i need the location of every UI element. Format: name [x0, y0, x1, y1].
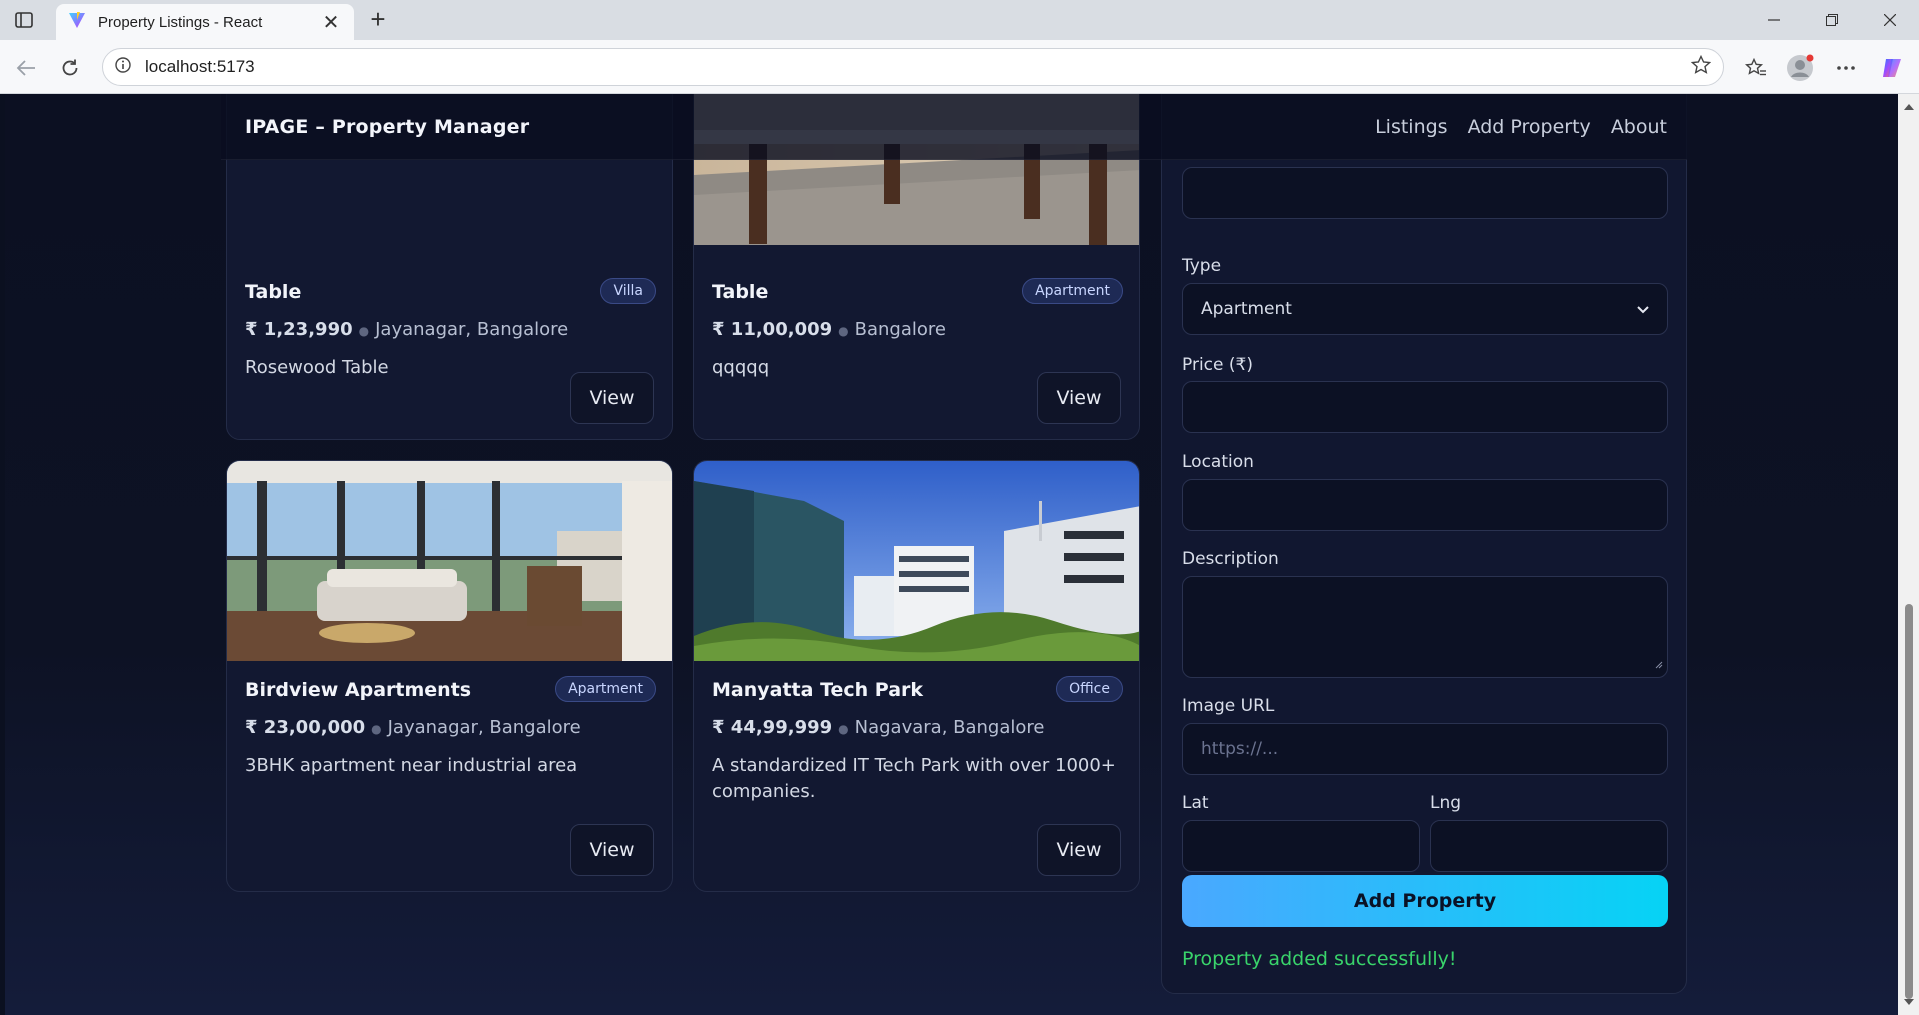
card-title: Table	[712, 281, 769, 303]
card-location: Bangalore	[854, 319, 946, 340]
location-input[interactable]	[1182, 479, 1668, 531]
card-meta: ₹ 44,99,999 ● Nagavara, Bangalore	[712, 717, 1044, 738]
more-options-icon[interactable]	[1832, 54, 1860, 82]
minimize-icon[interactable]	[1745, 0, 1803, 40]
type-badge: Villa	[600, 278, 656, 304]
back-arrow-icon[interactable]	[12, 54, 40, 82]
lat-label: Lat	[1182, 793, 1209, 813]
card-location: Jayanagar, Bangalore	[387, 717, 581, 738]
type-select[interactable]: Apartment	[1182, 283, 1668, 335]
window-controls	[1745, 0, 1919, 40]
chevron-down-icon	[1637, 299, 1649, 319]
view-button[interactable]: View	[570, 824, 654, 876]
title-input[interactable]	[1182, 167, 1668, 219]
description-textarea[interactable]	[1182, 576, 1668, 678]
sidebar-toggle-icon[interactable]	[12, 9, 36, 31]
reload-icon[interactable]	[56, 54, 84, 82]
lat-input[interactable]	[1182, 820, 1420, 872]
meta-separator: ●	[838, 324, 849, 338]
favorite-star-icon[interactable]	[1690, 54, 1712, 79]
card-location: Nagavara, Bangalore	[854, 717, 1045, 738]
card-location: Jayanagar, Bangalore	[375, 319, 569, 340]
card-price: ₹ 11,00,009	[712, 319, 833, 340]
vite-logo-icon	[68, 11, 86, 33]
card-title: Table	[245, 281, 302, 303]
price-label: Price (₹)	[1182, 355, 1253, 375]
address-bar[interactable]: localhost:5173	[102, 48, 1724, 86]
meta-separator: ●	[838, 722, 849, 736]
image-url-input[interactable]	[1182, 723, 1668, 775]
tab-title: Property Listings - React	[98, 13, 263, 31]
page-viewport: IPAGE – Property Manager Listings Add Pr…	[5, 94, 1898, 1015]
card-price: ₹ 23,00,000	[245, 717, 366, 738]
nav-link-listings[interactable]: Listings	[1375, 116, 1448, 138]
scroll-up-icon[interactable]	[1902, 100, 1915, 113]
type-badge: Office	[1056, 676, 1123, 702]
site-info-icon[interactable]	[115, 57, 131, 77]
browser-tab-active[interactable]: Property Listings - React ✕	[56, 4, 354, 40]
browser-tab-strip: Property Listings - React ✕ +	[0, 0, 1919, 40]
listing-image	[694, 461, 1139, 661]
copilot-icon[interactable]	[1878, 54, 1906, 82]
page-scrollbar[interactable]	[1898, 94, 1919, 1015]
add-property-form: Type Apartment Price (₹) Location Descri…	[1161, 94, 1687, 994]
card-price: ₹ 44,99,999	[712, 717, 833, 738]
brand-title: IPAGE – Property Manager	[245, 116, 530, 138]
new-tab-button[interactable]: +	[364, 6, 392, 34]
location-label: Location	[1182, 452, 1254, 472]
type-badge: Apartment	[1022, 278, 1123, 304]
listing-card: Birdview Apartments Apartment ₹ 23,00,00…	[226, 460, 673, 892]
meta-separator: ●	[371, 722, 382, 736]
close-window-icon[interactable]	[1861, 0, 1919, 40]
listing-card: Manyatta Tech Park Office ₹ 44,99,999 ● Na…	[693, 460, 1140, 892]
scroll-down-icon[interactable]	[1902, 996, 1915, 1009]
browser-toolbar: localhost:5173	[0, 40, 1919, 94]
view-button[interactable]: View	[1037, 824, 1121, 876]
favorites-icon[interactable]	[1742, 54, 1770, 82]
scrollbar-thumb[interactable]	[1905, 604, 1913, 999]
description-label: Description	[1182, 549, 1279, 569]
type-select-value: Apartment	[1201, 299, 1292, 319]
success-message: Property added successfully!	[1182, 948, 1457, 970]
resize-handle-icon[interactable]	[1655, 654, 1663, 673]
site-header: IPAGE – Property Manager Listings Add Pr…	[221, 94, 1687, 160]
nav-link-about[interactable]: About	[1611, 116, 1667, 138]
card-description: A standardized IT Tech Park with over 10…	[712, 755, 1116, 802]
type-label: Type	[1182, 256, 1222, 276]
restore-icon[interactable]	[1803, 0, 1861, 40]
meta-separator: ●	[358, 324, 370, 338]
view-button[interactable]: View	[1037, 372, 1121, 424]
nav-link-add-property[interactable]: Add Property	[1468, 116, 1591, 138]
view-button[interactable]: View	[570, 372, 654, 424]
card-title: Birdview Apartments	[245, 679, 472, 701]
listing-image	[227, 461, 672, 661]
page-container: IPAGE – Property Manager Listings Add Pr…	[221, 94, 1687, 1015]
url-text: localhost:5173	[145, 57, 255, 76]
card-meta: ₹ 1,23,990 ● Jayanagar, Bangalore	[245, 319, 568, 340]
image-url-label: Image URL	[1182, 696, 1275, 716]
main-nav: Listings Add Property About	[1375, 116, 1667, 138]
card-meta: ₹ 23,00,000 ● Jayanagar, Bangalore	[245, 717, 581, 738]
card-meta: ₹ 11,00,009 ● Bangalore	[712, 319, 946, 340]
lng-input[interactable]	[1430, 820, 1668, 872]
type-badge: Apartment	[555, 676, 656, 702]
add-property-button[interactable]: Add Property	[1182, 875, 1668, 927]
profile-avatar-icon[interactable]	[1786, 54, 1814, 82]
card-title: Manyatta Tech Park	[712, 679, 924, 701]
card-description: 3BHK apartment near industrial area	[245, 755, 578, 776]
price-input[interactable]	[1182, 381, 1668, 433]
close-tab-icon[interactable]: ✕	[320, 10, 342, 34]
card-price: ₹ 1,23,990	[245, 319, 353, 340]
lng-label: Lng	[1430, 793, 1462, 813]
